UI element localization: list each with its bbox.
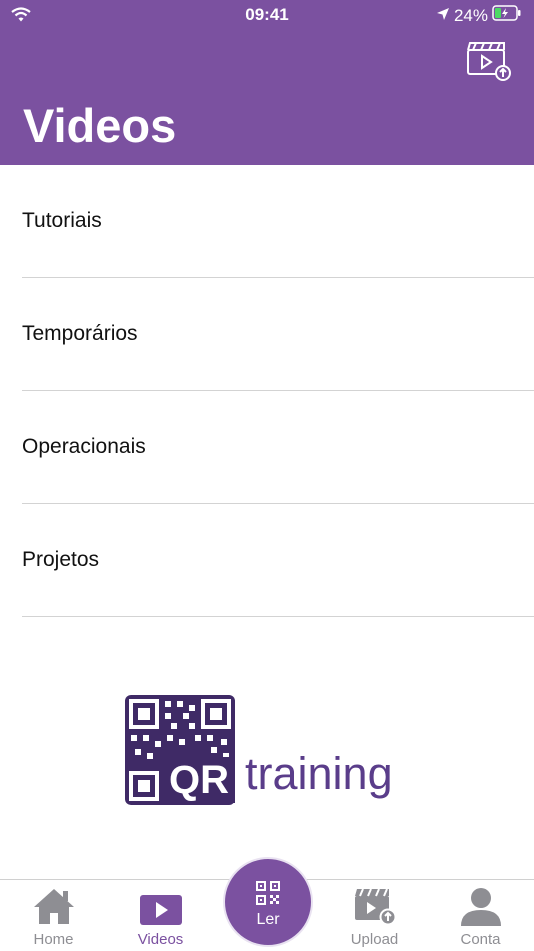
tab-home-label: Home (33, 931, 74, 948)
logo-qr-text: QR (163, 757, 235, 803)
list-item-operacionais[interactable]: Operacionais (0, 391, 534, 504)
status-right: 24% (436, 5, 522, 26)
home-icon (33, 889, 74, 924)
ler-qr-button[interactable]: Ler (223, 857, 313, 947)
upload-video-button[interactable] (466, 40, 512, 82)
tab-home[interactable]: Home (0, 880, 107, 951)
qr-scan-icon (256, 881, 280, 905)
list-item-label: Operacionais (22, 435, 146, 458)
user-icon (460, 888, 501, 926)
video-play-icon (139, 895, 182, 925)
tab-videos-label: Videos (137, 931, 184, 948)
qr-training-logo: QR training (125, 695, 395, 807)
divider (22, 616, 534, 617)
logo-training-text: training (245, 748, 393, 799)
battery-percent: 24% (453, 5, 488, 25)
list-item-temporarios[interactable]: Temporários (0, 278, 534, 391)
location-arrow-icon (436, 6, 450, 26)
ler-label: Ler (256, 911, 280, 928)
category-list: Tutoriais Temporários Operacionais Proje… (0, 165, 534, 617)
tab-conta-label: Conta (460, 931, 501, 948)
list-item-label: Tutoriais (22, 209, 102, 232)
tab-videos[interactable]: Videos (107, 880, 214, 951)
list-item-projetos[interactable]: Projetos (0, 504, 534, 617)
tab-conta[interactable]: Conta (427, 880, 534, 951)
list-item-tutoriais[interactable]: Tutoriais (0, 165, 534, 278)
header-bar: 09:41 24% Videos (0, 0, 534, 165)
status-bar: 09:41 24% (0, 0, 534, 30)
list-item-label: Temporários (22, 322, 138, 345)
page-title: Videos (23, 99, 177, 152)
tab-upload[interactable]: Upload (321, 880, 428, 951)
tab-upload-label: Upload (350, 931, 399, 948)
list-item-label: Projetos (22, 548, 100, 571)
video-upload-icon (467, 42, 511, 81)
upload-video-icon (354, 888, 396, 926)
battery-icon (492, 5, 522, 26)
